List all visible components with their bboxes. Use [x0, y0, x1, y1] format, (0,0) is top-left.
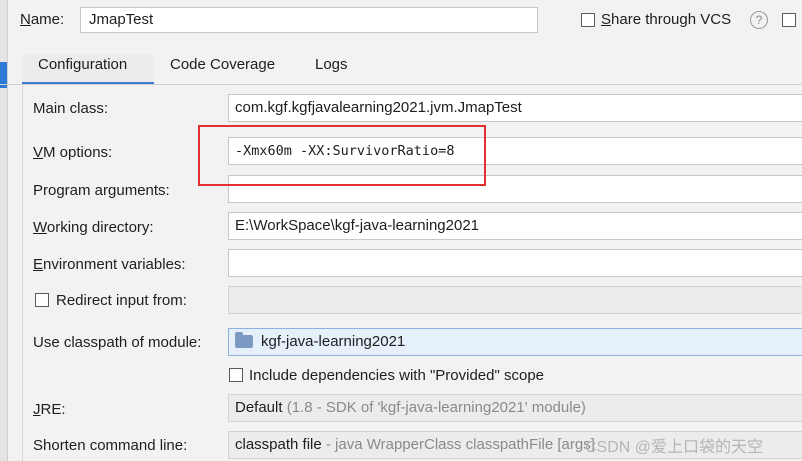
name-label: Name: — [20, 11, 65, 28]
main-class-label: Main class: — [33, 100, 109, 117]
help-icon[interactable]: ? — [750, 11, 768, 29]
jre-value: Default — [235, 399, 283, 416]
include-dependencies-label: Include dependencies with "Provided" sco… — [249, 367, 545, 384]
jre-select[interactable]: Default (1.8 - SDK of 'kgf-java-learning… — [228, 394, 802, 422]
working-directory-label: Working directory: — [33, 219, 154, 236]
watermark: CSDN @爱上口袋的天空 — [585, 439, 764, 456]
program-arguments-label: Program arguments: — [33, 182, 170, 199]
redirect-input-field[interactable] — [228, 286, 802, 314]
main-class-field[interactable]: com.kgf.kgfjavalearning2021.jvm.JmapTest — [228, 94, 802, 122]
jre-detail: (1.8 - SDK of 'kgf-java-learning2021' mo… — [286, 399, 586, 416]
shorten-command-line-value: classpath file — [235, 436, 322, 453]
environment-variables-label: Environment variables: — [33, 256, 186, 273]
classpath-module-label: Use classpath of module: — [33, 334, 202, 351]
include-dependencies-checkbox[interactable] — [229, 368, 243, 382]
shorten-command-line-detail: - java WrapperClass classpathFile [args] — [325, 436, 595, 453]
redirect-input-checkbox[interactable] — [35, 293, 49, 307]
vm-options-label: VM options: — [33, 144, 113, 161]
tab-logs[interactable]: Logs — [299, 55, 364, 85]
allow-parallel-checkbox[interactable] — [782, 13, 796, 27]
classpath-module-value: kgf-java-learning2021 — [261, 333, 406, 350]
working-directory-field[interactable]: E:\WorkSpace\kgf-java-learning2021 — [228, 212, 802, 240]
tab-code-coverage[interactable]: Code Coverage — [154, 55, 291, 85]
share-vcs-checkbox[interactable] — [581, 13, 595, 27]
jre-label: JRE: — [33, 401, 66, 418]
tabs-divider — [0, 84, 802, 85]
environment-variables-field[interactable] — [228, 249, 802, 277]
shorten-command-line-label: Shorten command line: — [33, 437, 188, 454]
redirect-input-label: Redirect input from: — [56, 292, 187, 309]
classpath-module-select[interactable]: kgf-java-learning2021 — [228, 328, 802, 356]
module-folder-icon — [235, 332, 253, 348]
name-input[interactable]: JmapTest — [80, 7, 538, 33]
share-vcs-label[interactable]: Share through VCS — [601, 11, 731, 28]
tab-configuration[interactable]: Configuration — [22, 55, 154, 85]
vm-options-highlight-box — [198, 125, 486, 186]
